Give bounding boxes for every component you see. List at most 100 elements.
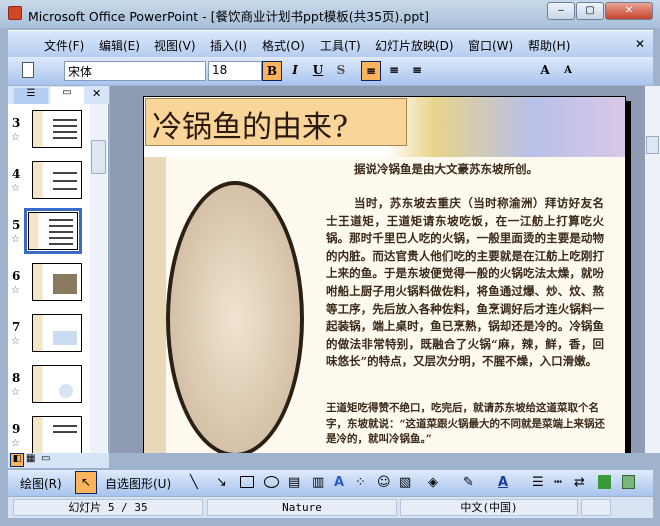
- slide-number: 9: [12, 422, 21, 436]
- line-color-icon[interactable]: ✎: [463, 475, 474, 490]
- thumbnail-image: [32, 110, 82, 148]
- slide-number: 3: [12, 116, 21, 130]
- powerpoint-app-icon[interactable]: [8, 6, 22, 20]
- thumbnail-slide-5[interactable]: 5 ☆: [0, 208, 84, 262]
- fill-color-icon[interactable]: ◈: [428, 475, 438, 490]
- menu-slideshow[interactable]: 幻灯片放映(D): [375, 37, 454, 54]
- menu-close-doc[interactable]: ✕: [635, 37, 645, 51]
- oval-icon[interactable]: [264, 476, 279, 488]
- scroll-thumb[interactable]: [646, 136, 659, 154]
- shadow-style-icon[interactable]: [598, 475, 611, 489]
- slide-number: 8: [12, 371, 21, 385]
- font-size-select[interactable]: 18: [208, 61, 262, 81]
- align-left-button[interactable]: ≡: [361, 61, 381, 81]
- tab-slides[interactable]: ▭: [50, 87, 84, 104]
- drawing-toolbar: 绘图(R) ↖ 自选图形(U) ╲ ↘ ▤ ▥ A ⁘ ☺ ▧ ◈ ✎ A ☰ …: [8, 470, 653, 496]
- line-style-icon[interactable]: ☰: [532, 475, 544, 490]
- menu-file[interactable]: 文件(F): [44, 37, 84, 54]
- intro-text[interactable]: 据说冷锅鱼是由大文豪苏东坡所创。: [354, 161, 614, 179]
- thumbnail-slide-9[interactable]: 9 ☆: [0, 416, 84, 453]
- picture-icon[interactable]: ▧: [399, 475, 411, 490]
- animation-star-icon: ☆: [11, 183, 20, 194]
- editor-scrollbar[interactable]: [645, 86, 660, 453]
- pane-tabs: ☰ ▭ ✕: [8, 86, 109, 104]
- animation-star-icon: ☆: [11, 285, 20, 296]
- arrow-icon[interactable]: ↘: [216, 475, 227, 490]
- select-pointer-icon[interactable]: ↖: [75, 471, 97, 494]
- 3d-style-icon[interactable]: [622, 475, 635, 489]
- bold-button[interactable]: B: [262, 61, 282, 81]
- underline-button[interactable]: U: [308, 61, 328, 81]
- language-status: 中文(中国): [400, 499, 578, 516]
- italic-button[interactable]: I: [285, 61, 305, 81]
- menu-window[interactable]: 窗口(W): [468, 37, 513, 54]
- slide-number: 7: [12, 320, 21, 334]
- font-name-select[interactable]: 宋体: [64, 61, 206, 81]
- slide-counter: 幻灯片 5 / 35: [13, 499, 203, 516]
- menu-view[interactable]: 视图(V): [154, 37, 196, 54]
- closing-text[interactable]: 王道矩吃得赞不绝口，吃完后，就请苏东坡给这道菜取个名字，东坡就说：“这道菜跟火锅…: [326, 401, 608, 448]
- thumbnail-image: [32, 263, 82, 301]
- minimize-button[interactable]: ‒: [547, 2, 575, 20]
- pane-close-button[interactable]: ✕: [92, 87, 101, 100]
- slide-sorter-icon[interactable]: ▦: [26, 453, 35, 464]
- font-color-icon[interactable]: A: [498, 475, 508, 490]
- menu-bar: 文件(F) 编辑(E) 视图(V) 插入(I) 格式(O) 工具(T) 幻灯片放…: [8, 30, 653, 57]
- animation-star-icon: ☆: [11, 387, 20, 398]
- slideshow-icon[interactable]: ▭: [41, 453, 50, 464]
- scroll-thumb[interactable]: [91, 140, 106, 174]
- menu-tools[interactable]: 工具(T): [320, 37, 361, 54]
- animation-star-icon: ☆: [11, 132, 20, 143]
- thumbnail-image: [24, 208, 82, 254]
- thumbnail-image: [32, 365, 82, 403]
- maximize-button[interactable]: ▢: [576, 2, 604, 20]
- close-button[interactable]: ✕: [605, 2, 653, 20]
- formatting-toolbar: 宋体 18 B I U S ≡ ≡ ≡ A A: [8, 57, 653, 85]
- slide-number: 4: [12, 167, 21, 181]
- slide-number: 6: [12, 269, 21, 283]
- dash-style-icon[interactable]: ┅: [554, 475, 562, 490]
- textbox-icon[interactable]: ▤: [288, 475, 300, 490]
- line-icon[interactable]: ╲: [190, 475, 198, 490]
- thumbnail-image: [32, 314, 82, 352]
- slide-number: 5: [12, 218, 21, 232]
- draw-menu[interactable]: 绘图(R): [20, 475, 62, 492]
- increase-font-button[interactable]: A: [535, 61, 555, 81]
- align-center-button[interactable]: ≡: [384, 61, 404, 81]
- title-bar: Microsoft Office PowerPoint - [餐饮商业计划书pp…: [0, 0, 660, 28]
- menu-edit[interactable]: 编辑(E): [99, 37, 140, 54]
- normal-view-icon[interactable]: ◧: [10, 453, 24, 467]
- vertical-textbox-icon[interactable]: ▥: [312, 475, 324, 490]
- body-text[interactable]: 当时，苏东坡去重庆（当时称渝洲）拜访好友名士王道矩，王道矩请东坡吃饭，在一江舫上…: [326, 195, 604, 371]
- tab-outline[interactable]: ☰: [14, 88, 48, 104]
- rectangle-icon[interactable]: [240, 476, 254, 488]
- thumbnail-slide-8[interactable]: 8 ☆: [0, 365, 84, 415]
- status-extra: [581, 499, 611, 516]
- slides-pane-scrollbar[interactable]: [90, 104, 107, 453]
- menu-insert[interactable]: 插入(I): [210, 37, 247, 54]
- wordart-icon[interactable]: A: [334, 475, 344, 490]
- animation-star-icon: ☆: [11, 336, 20, 347]
- diagram-icon[interactable]: ⁘: [355, 475, 366, 490]
- thumbnail-slide-7[interactable]: 7 ☆: [0, 314, 84, 364]
- design-template: Nature: [207, 499, 397, 516]
- thumbnail-image: [32, 416, 82, 453]
- slide-title[interactable]: 冷锅鱼的由来?: [145, 98, 407, 146]
- menu-format[interactable]: 格式(O): [262, 37, 305, 54]
- shadow-button[interactable]: S: [331, 61, 351, 81]
- autoshapes-menu[interactable]: 自选图形(U): [105, 475, 171, 492]
- thumbnail-slide-3[interactable]: 3 ☆: [0, 110, 84, 160]
- align-right-button[interactable]: ≡: [407, 61, 427, 81]
- status-bar: 幻灯片 5 / 35 Nature 中文(中国): [8, 497, 653, 518]
- slide-canvas[interactable]: 冷锅鱼的由来? 据说冷锅鱼是由大文豪苏东坡所创。 当时，苏东坡去重庆（当时称渝洲…: [143, 96, 626, 453]
- su-dongpo-portrait: [166, 181, 304, 453]
- thumbnail-slide-4[interactable]: 4 ☆: [0, 161, 84, 211]
- thumbnail-slide-6[interactable]: 6 ☆: [0, 263, 84, 313]
- view-buttons: ◧ ▦ ▭: [8, 453, 109, 468]
- arrow-style-icon[interactable]: ⇄: [574, 475, 585, 490]
- animation-star-icon: ☆: [11, 438, 20, 449]
- new-document-icon[interactable]: [22, 62, 34, 78]
- menu-help[interactable]: 帮助(H): [528, 37, 570, 54]
- clipart-icon[interactable]: ☺: [377, 475, 391, 490]
- decrease-font-button[interactable]: A: [558, 61, 578, 81]
